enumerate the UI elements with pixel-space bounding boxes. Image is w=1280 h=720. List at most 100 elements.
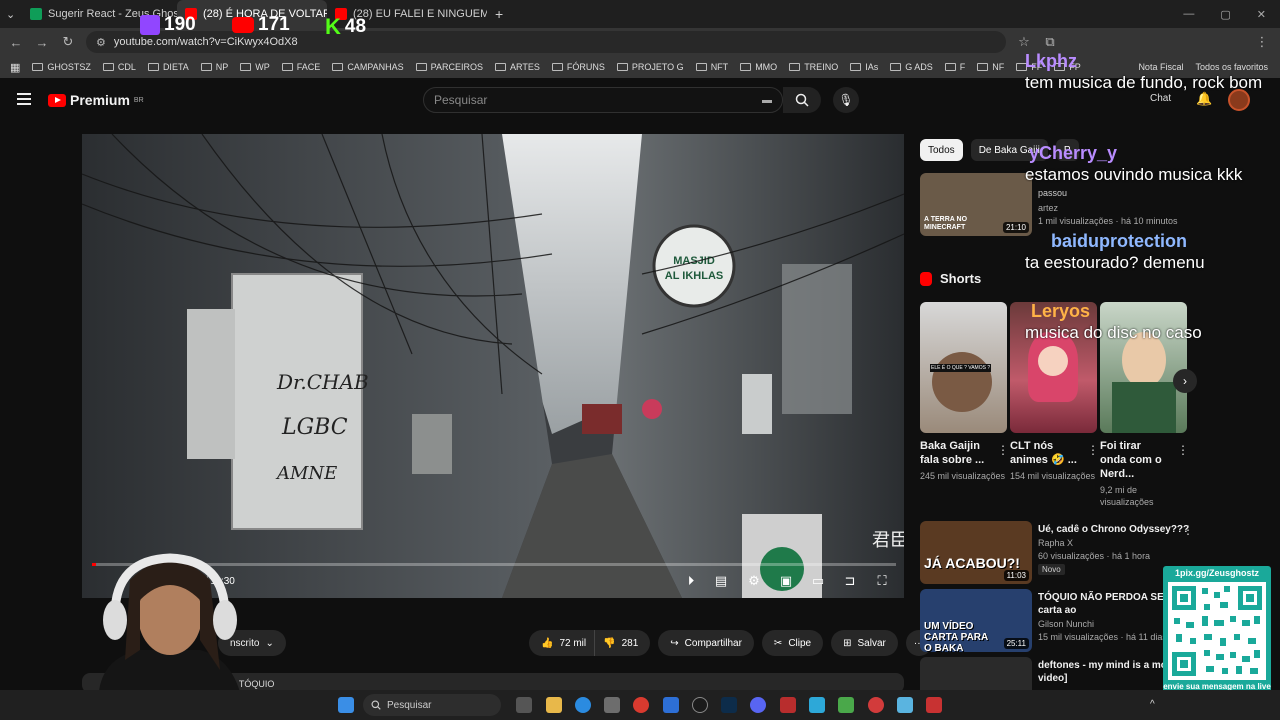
- video-thumbnail[interactable]: JÁ ACABOU?! 11:03: [920, 521, 1032, 584]
- bookmark-item[interactable]: NP: [200, 62, 228, 72]
- save-button[interactable]: ⊞ Salvar: [831, 630, 898, 656]
- autoplay-toggle-icon[interactable]: ⏵: [682, 574, 700, 588]
- mic-button[interactable]: 🎙: [833, 87, 859, 113]
- shorts-next-button[interactable]: ›: [1173, 369, 1197, 393]
- app-icon[interactable]: [604, 697, 620, 713]
- task-view-icon[interactable]: [516, 697, 532, 713]
- bookmark-label: G ADS: [905, 62, 933, 72]
- bookmark-item[interactable]: MMO: [740, 62, 777, 72]
- taskbar-search-input[interactable]: Pesquisar: [363, 694, 501, 716]
- app-icon[interactable]: [926, 697, 942, 713]
- app-icon[interactable]: [897, 697, 913, 713]
- more-vert-icon[interactable]: ⋮: [1177, 443, 1189, 457]
- bookmark-item[interactable]: GHOSTSZ: [32, 62, 91, 72]
- bookmark-item[interactable]: NFT: [695, 62, 729, 72]
- short-thumbnail[interactable]: ELE É O QUE ? VAMOS ?: [920, 302, 1007, 433]
- file-explorer-icon[interactable]: [546, 697, 562, 713]
- bookmark-item[interactable]: G ADS: [890, 62, 933, 72]
- youtube-viewer-count: 171: [232, 14, 290, 36]
- more-vert-icon[interactable]: ⋮: [997, 443, 1009, 457]
- chevron-right-icon: ›: [1183, 374, 1187, 388]
- hamburger-menu-icon[interactable]: [17, 93, 31, 105]
- close-window-icon[interactable]: ✕: [1257, 8, 1266, 21]
- cast-icon[interactable]: ⊐: [841, 574, 859, 588]
- youtube-logo[interactable]: Premium BR: [48, 92, 144, 108]
- reload-icon[interactable]: ↻: [60, 34, 76, 50]
- forward-icon[interactable]: →: [34, 35, 50, 50]
- bookmark-item[interactable]: PROJETO G: [616, 62, 684, 72]
- search-icon: [371, 700, 381, 710]
- share-label: Compartilhar: [684, 637, 742, 649]
- folder-icon: [200, 63, 212, 71]
- viewer-count: 171: [258, 14, 290, 35]
- app-icon[interactable]: [838, 697, 854, 713]
- filezilla-icon[interactable]: [780, 697, 796, 713]
- video-thumbnail[interactable]: A TERRA NO MINECRAFT 21:10: [920, 173, 1032, 236]
- search-input[interactable]: Pesquisar ▬: [423, 87, 783, 113]
- bookmark-item[interactable]: ARTES: [495, 62, 540, 72]
- folder-icon: [102, 63, 114, 71]
- short-card[interactable]: ELE É O QUE ? VAMOS ? Baka Gaijin fala s…: [920, 302, 1009, 482]
- opera-icon[interactable]: [868, 697, 884, 713]
- back-icon[interactable]: ←: [8, 35, 24, 50]
- settings-gear-icon[interactable]: ⚙: [745, 574, 763, 588]
- subtitles-icon[interactable]: ▤: [712, 574, 730, 588]
- like-button[interactable]: 👍 72 mil: [529, 630, 595, 656]
- bookmark-label: NFT: [710, 62, 729, 72]
- bookmark-star-icon[interactable]: ☆: [1016, 34, 1032, 50]
- bookmark-label: PROJETO G: [631, 62, 684, 72]
- keyboard-icon[interactable]: ▬: [762, 95, 772, 106]
- share-button[interactable]: ↪ Compartilhar: [658, 630, 754, 656]
- extensions-icon[interactable]: ⧉: [1042, 34, 1058, 50]
- windows-start-icon[interactable]: [338, 697, 354, 713]
- bookmark-item[interactable]: IAs: [850, 62, 878, 72]
- discord-icon[interactable]: [750, 697, 766, 713]
- tab-search-button[interactable]: ⌄: [0, 0, 22, 28]
- chat-username: Lkphz: [1025, 51, 1077, 71]
- app-icon[interactable]: [809, 697, 825, 713]
- chrome-icon[interactable]: [633, 697, 649, 713]
- bookmark-item[interactable]: FACE: [281, 62, 320, 72]
- maximize-icon[interactable]: ▢: [1220, 8, 1230, 21]
- browser-menu-icon[interactable]: ⋮: [1254, 34, 1270, 50]
- minimize-icon[interactable]: —: [1183, 8, 1194, 21]
- more-vert-icon[interactable]: ⋮: [1182, 523, 1194, 537]
- video-thumbnail[interactable]: [920, 657, 1032, 690]
- bookmark-item[interactable]: NF: [977, 62, 1004, 72]
- photoshop-icon[interactable]: [721, 697, 737, 713]
- tray-chevron-icon[interactable]: ^: [1150, 699, 1155, 710]
- bookmark-item[interactable]: WP: [240, 62, 270, 72]
- chip-all[interactable]: Todos: [920, 139, 963, 161]
- video-thumbnail[interactable]: UM VÍDEO CARTA PARA O BAKA 25:11: [920, 589, 1032, 652]
- chat-text: ta eestourado? demenu: [1025, 253, 1205, 272]
- bookmark-item[interactable]: TREINO: [789, 62, 838, 72]
- bookmark-item[interactable]: FÓRUNS: [551, 62, 605, 72]
- app-icon[interactable]: [663, 697, 679, 713]
- bookmark-item[interactable]: DIETA: [147, 62, 189, 72]
- edge-icon[interactable]: [575, 697, 591, 713]
- folder-icon: [616, 63, 628, 71]
- folder-icon: [944, 63, 956, 71]
- tab-title: (28) EU FALEI E NINGUEM A: [353, 8, 487, 20]
- video-player[interactable]: Dr.CHAB LGBC AMNE MASJID AL IKHLAS 君臣: [82, 134, 904, 598]
- more-vert-icon[interactable]: ⋮: [1087, 443, 1099, 457]
- bookmark-item[interactable]: CDL: [102, 62, 136, 72]
- microphone-icon: 🎙: [838, 93, 854, 107]
- bookmark-item[interactable]: CAMPANHAS: [332, 62, 404, 72]
- miniplayer-icon[interactable]: ▣: [777, 574, 795, 588]
- new-tab-button[interactable]: +: [487, 0, 511, 28]
- site-info-icon[interactable]: ⚙: [96, 36, 106, 49]
- fullscreen-icon[interactable]: ⛶: [873, 574, 891, 588]
- chat-label[interactable]: Chat: [1150, 93, 1171, 104]
- clip-button[interactable]: ✂ Clipe: [761, 630, 824, 656]
- bookmark-item[interactable]: F: [944, 62, 965, 72]
- theater-mode-icon[interactable]: ▭: [809, 574, 827, 588]
- obs-icon[interactable]: [692, 697, 708, 713]
- bookmark-item[interactable]: PARCEIROS: [415, 62, 483, 72]
- shorts-section-title: Shorts: [920, 271, 981, 286]
- search-button[interactable]: [783, 87, 821, 113]
- url-field[interactable]: ⚙ youtube.com/watch?v=CiKwyx4OdX8: [86, 31, 1006, 53]
- share-icon: ↪: [670, 637, 679, 649]
- apps-grid-icon[interactable]: ▦: [10, 61, 20, 74]
- dislike-button[interactable]: 👎 281: [594, 630, 651, 656]
